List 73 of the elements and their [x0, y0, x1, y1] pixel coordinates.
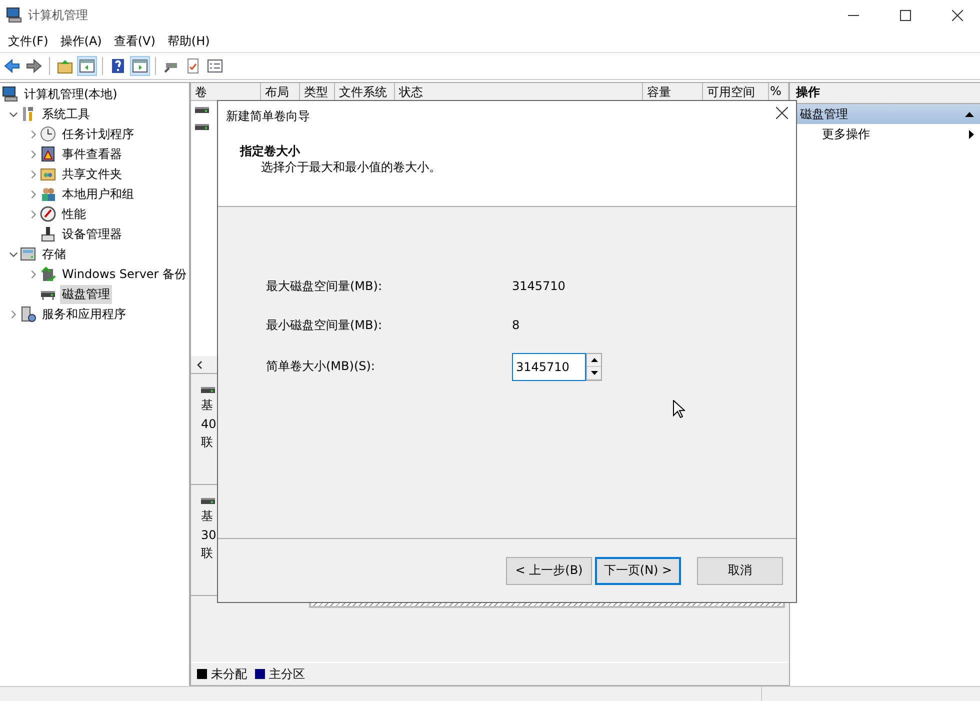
tree-item[interactable]: 设备管理器: [60, 224, 124, 244]
disk-label: 联: [201, 545, 214, 562]
clock-icon: [40, 126, 56, 142]
tree-item[interactable]: 性能: [60, 204, 88, 224]
volume-icon: [195, 122, 209, 130]
toolbar-icon: [207, 58, 223, 74]
field-label: 简单卷大小(MB)(S):: [266, 358, 376, 374]
menu-item[interactable]: 文件(F): [2, 32, 54, 50]
toolbar-icon: [132, 58, 148, 74]
forward-button[interactable]: [24, 56, 44, 76]
window-title: 计算机管理: [28, 6, 89, 24]
maximize-icon: [900, 10, 910, 20]
field-value: 8: [512, 318, 521, 332]
tree-item[interactable]: 存储: [40, 244, 68, 264]
volume-icon: [195, 106, 209, 114]
event-log-icon: [40, 146, 56, 162]
disk-label: 基: [201, 397, 214, 414]
tree-item[interactable]: Windows Server 备份: [60, 264, 189, 284]
forward-arrow-icon: [26, 58, 42, 74]
dialog-button[interactable]: < 上一步(B): [506, 556, 592, 584]
tree-item[interactable]: 共享文件夹: [60, 164, 124, 184]
close-button[interactable]: [774, 105, 790, 121]
back-arrow-icon: [4, 58, 20, 74]
storage-icon: [20, 246, 36, 262]
disk-label: 联: [201, 434, 214, 451]
mouse-cursor-icon: [673, 400, 685, 419]
collapse-icon: [965, 112, 974, 116]
services-icon: [20, 306, 36, 322]
menu-item[interactable]: 帮助(H): [161, 32, 216, 50]
tree-item[interactable]: 服务和应用程序: [40, 304, 128, 324]
toolbar-icon: [57, 58, 73, 74]
disk-label: 基: [201, 508, 214, 525]
close-icon: [952, 10, 962, 20]
back-button[interactable]: [2, 56, 22, 76]
shared-folder-icon: [40, 166, 56, 182]
toolbar-icon: [79, 58, 95, 74]
dialog-button[interactable]: 下一页(N) >: [595, 556, 681, 584]
dialog-title: 新建简单卷向导: [226, 108, 310, 125]
submenu-arrow-icon: [969, 130, 974, 138]
legend-label: 主分区: [269, 666, 305, 682]
computer-icon: [2, 86, 18, 102]
field-label: 最大磁盘空间量(MB):: [266, 278, 383, 294]
tree-item[interactable]: 系统工具: [40, 104, 92, 124]
menu-item[interactable]: 查看(V): [108, 32, 162, 50]
dialog-button[interactable]: 取消: [697, 556, 783, 584]
toolbar-icon: [185, 58, 201, 74]
field-value: 3145710: [512, 279, 566, 293]
disk-label: 30: [201, 528, 218, 542]
toolbar-icon: [110, 58, 126, 74]
tools-icon: [20, 106, 36, 122]
menu-item[interactable]: 操作(A): [54, 32, 108, 50]
users-icon: [40, 186, 56, 202]
toolbar-button[interactable]: [130, 56, 150, 76]
disk-label: 40: [201, 417, 218, 431]
action-item[interactable]: 更多操作: [790, 124, 980, 144]
toolbar-button[interactable]: [77, 56, 97, 76]
device-icon: [40, 226, 56, 242]
tree-item[interactable]: 计算机管理(本地): [22, 84, 120, 104]
step-heading: 指定卷大小: [240, 143, 300, 160]
tree-item[interactable]: 任务计划程序: [60, 124, 136, 144]
size-input[interactable]: 3145710: [512, 353, 586, 381]
backup-icon: [40, 266, 56, 282]
legend-label: 未分配: [211, 666, 247, 682]
field-label: 最小磁盘空间量(MB):: [266, 316, 383, 334]
actions-header: 操作: [790, 83, 980, 104]
up-arrow-icon: [590, 358, 598, 362]
tree-item[interactable]: 事件查看器: [60, 144, 124, 164]
step-description: 选择介于最大和最小值的卷大小。: [261, 159, 441, 176]
tree-item[interactable]: 磁盘管理: [60, 284, 112, 304]
app-icon: [6, 7, 22, 23]
down-arrow-icon: [590, 371, 598, 375]
gauge-icon: [40, 206, 56, 222]
tree-item[interactable]: 本地用户和组: [60, 184, 136, 204]
